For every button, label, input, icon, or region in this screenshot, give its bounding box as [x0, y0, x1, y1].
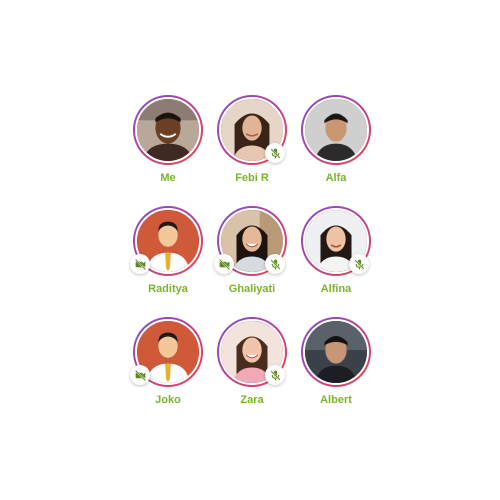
avatar [303, 319, 369, 385]
participant-grid: Me Febi R Alfa Raditya Ghaliyati Alfina … [0, 0, 500, 500]
avatar-photo [305, 321, 367, 383]
participant-name: Alfina [320, 283, 352, 295]
avatar-ring [301, 317, 371, 387]
mic-off-icon[interactable] [265, 143, 285, 163]
participant-name: Febi R [235, 172, 269, 184]
avatar-photo [137, 99, 199, 161]
avatar [303, 97, 369, 163]
participant-tile-febi-r[interactable]: Febi R [214, 95, 290, 195]
participant-tile-albert[interactable]: Albert [298, 317, 374, 417]
participant-tile-ghaliyati[interactable]: Ghaliyati [214, 206, 290, 306]
participant-name: Albert [320, 394, 352, 406]
camera-off-icon[interactable] [130, 254, 150, 274]
participant-name: Me [160, 172, 176, 184]
participant-tile-alfa[interactable]: Alfa [298, 95, 374, 195]
avatar-ring [133, 95, 203, 165]
participant-name: Alfa [325, 172, 347, 184]
participant-name: Ghaliyati [228, 283, 276, 295]
participant-tile-alfina[interactable]: Alfina [298, 206, 374, 306]
participant-tile-raditya[interactable]: Raditya [130, 206, 206, 306]
camera-off-icon[interactable] [130, 365, 150, 385]
participant-tile-joko[interactable]: Joko [130, 317, 206, 417]
mic-off-icon[interactable] [349, 254, 369, 274]
camera-off-icon[interactable] [214, 254, 234, 274]
mic-off-icon[interactable] [265, 365, 285, 385]
avatar-ring [301, 95, 371, 165]
participant-tile-zara[interactable]: Zara [214, 317, 290, 417]
participant-name: Joko [155, 394, 181, 406]
participant-name: Zara [240, 394, 264, 406]
avatar-photo [305, 99, 367, 161]
mic-off-icon[interactable] [265, 254, 285, 274]
participant-tile-me[interactable]: Me [130, 95, 206, 195]
participant-name: Raditya [148, 283, 188, 295]
avatar [135, 97, 201, 163]
